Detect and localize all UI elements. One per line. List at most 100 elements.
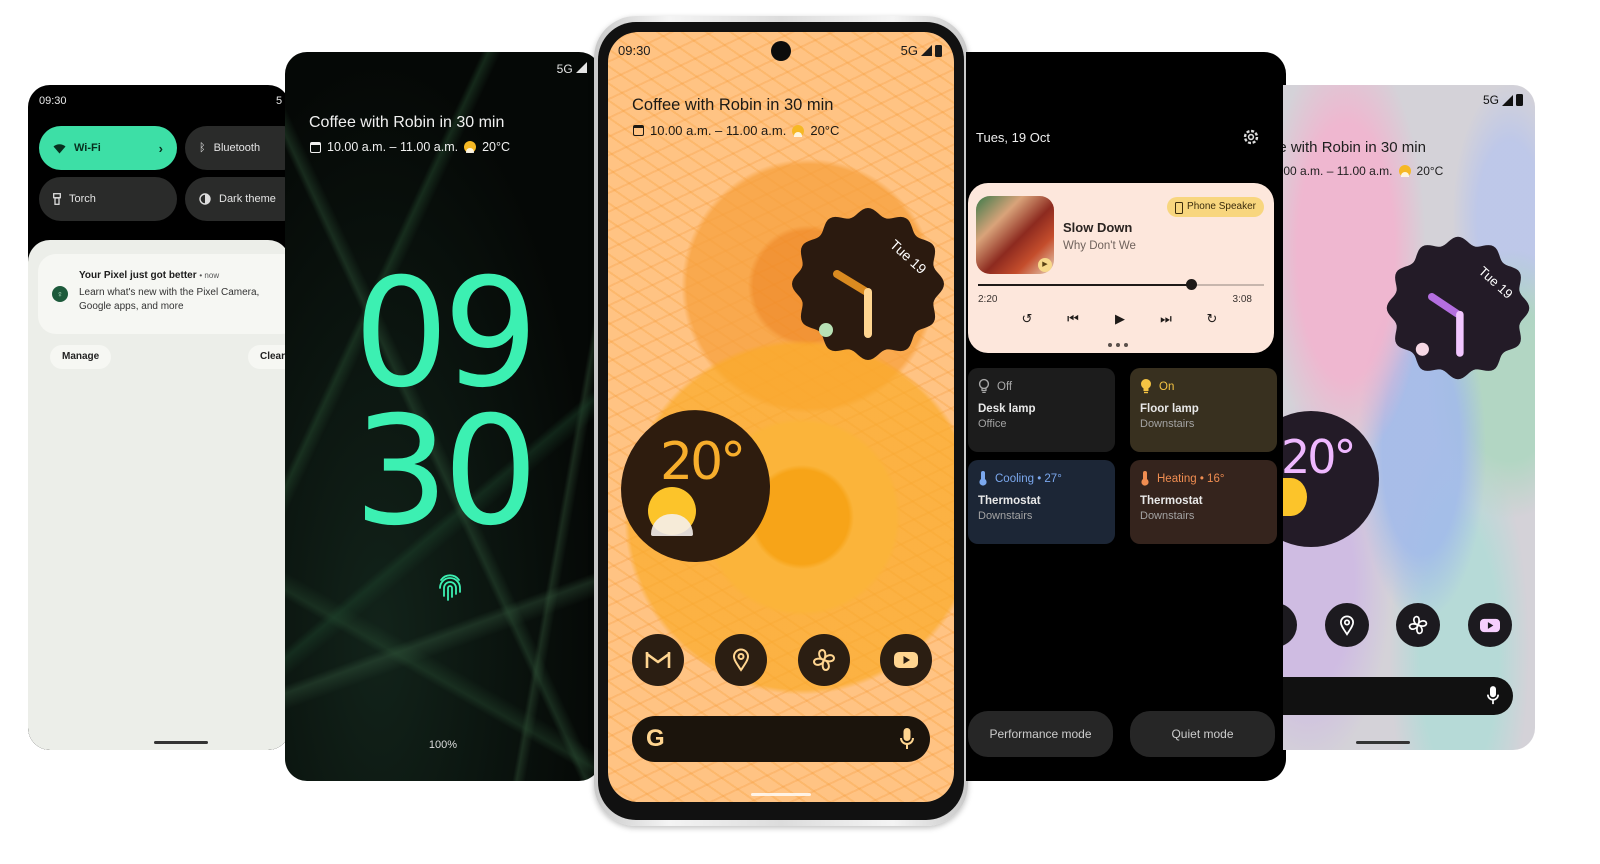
- quick-settings-phone: 09:30 5 Wi-Fi › ᛒ Bluetooth Torch Dark t…: [28, 85, 290, 750]
- dark-theme-icon: [199, 193, 211, 205]
- manage-button[interactable]: Manage: [50, 345, 112, 369]
- album-art[interactable]: ▶: [976, 196, 1054, 274]
- thermometer-icon: [1140, 470, 1150, 489]
- page-indicator: [1108, 343, 1128, 347]
- event-temperature: 20°C: [1416, 164, 1444, 178]
- tile-wifi[interactable]: Wi-Fi ›: [39, 126, 177, 170]
- device-state: Off: [997, 381, 1013, 393]
- weather-temp: 20°: [1283, 430, 1357, 484]
- maps-app[interactable]: [715, 634, 767, 686]
- pinwheel-icon: [812, 648, 836, 672]
- youtube-app[interactable]: [880, 634, 932, 686]
- home-screen-phone: 09:30 5G Coffee with Robin in 30 min 10.…: [608, 32, 954, 802]
- event-title[interactable]: Coffee with Robin in 30 min: [632, 96, 833, 115]
- bluetooth-icon: ᛒ: [199, 142, 206, 154]
- maps-app[interactable]: [1325, 603, 1369, 647]
- tile-bluetooth[interactable]: ᛒ Bluetooth: [185, 126, 290, 170]
- event-title[interactable]: ee with Robin in 30 min: [1283, 139, 1426, 156]
- weather-temp: 20°: [660, 432, 746, 492]
- next-icon[interactable]: ⏭: [1156, 309, 1176, 329]
- second-dot: [819, 323, 833, 337]
- mic-icon[interactable]: [1487, 685, 1499, 706]
- performance-mode-button[interactable]: Performance mode: [968, 711, 1113, 757]
- event-time: .00 a.m. – 11.00 a.m.: [1283, 164, 1393, 178]
- gmail-icon: [645, 652, 671, 668]
- maps-icon: [732, 648, 750, 672]
- signal-icon: [921, 45, 932, 56]
- device-tile[interactable]: On Floor lamp Downstairs: [1130, 368, 1277, 452]
- device-name: Thermostat: [978, 495, 1041, 507]
- front-camera: [771, 41, 791, 61]
- battery-icon: [935, 44, 942, 57]
- tile-label: Torch: [69, 193, 96, 205]
- search-bar[interactable]: [1283, 677, 1513, 715]
- google-logo: G: [646, 725, 665, 752]
- event-temperature: 20°C: [482, 140, 511, 154]
- lock-screen-phone: 5G Coffee with Robin in 30 min 10.00 a.m…: [285, 52, 601, 781]
- lightbulb-filled-icon: [1140, 378, 1152, 397]
- event-details: 10.00 a.m. – 11.00 a.m. 20°C: [310, 140, 510, 154]
- rewind-5-icon[interactable]: ↺: [1017, 309, 1037, 329]
- nav-handle[interactable]: [154, 741, 208, 744]
- nav-handle[interactable]: [1356, 741, 1410, 744]
- smart-home-phone: Tues, 19 Oct ▶ Phone Speaker Slow Down W…: [966, 52, 1286, 781]
- device-tile[interactable]: Cooling • 27° Thermostat Downstairs: [968, 460, 1115, 544]
- notification-shade: ♀ Your Pixel just got better • now Learn…: [28, 240, 290, 750]
- lightbulb-icon: ♀: [52, 286, 68, 302]
- tile-label: Wi-Fi: [74, 142, 101, 154]
- notification-title: Your Pixel just got better • now: [79, 270, 220, 281]
- calendar-icon: [633, 125, 644, 136]
- youtube-app[interactable]: [1468, 603, 1512, 647]
- seek-progress: [978, 284, 1192, 286]
- gear-icon[interactable]: [1242, 128, 1260, 146]
- quiet-mode-button[interactable]: Quiet mode: [1130, 711, 1275, 757]
- device-state: Heating • 16°: [1157, 473, 1225, 485]
- maps-icon: [1339, 614, 1355, 636]
- device-room: Downstairs: [978, 510, 1033, 522]
- weather-icon: [1398, 165, 1411, 177]
- chevron-right-icon[interactable]: ›: [159, 141, 163, 156]
- forward-30-icon[interactable]: ↻: [1202, 309, 1222, 329]
- thermometer-icon: [978, 470, 988, 489]
- clock-widget[interactable]: Tue 19: [788, 204, 948, 364]
- pinwheel-app[interactable]: [798, 634, 850, 686]
- tile-dark-theme[interactable]: Dark theme: [185, 177, 290, 221]
- gmail-app[interactable]: [1283, 603, 1297, 647]
- tile-label: Bluetooth: [213, 142, 261, 154]
- mic-icon[interactable]: [900, 727, 914, 751]
- duration: 3:08: [1232, 294, 1252, 305]
- notification-body: Learn what's new with the Pixel Camera, …: [79, 287, 260, 312]
- device-tile[interactable]: Heating • 16° Thermostat Downstairs: [1130, 460, 1277, 544]
- second-dot: [1415, 342, 1429, 356]
- play-icon[interactable]: ▶: [1110, 309, 1130, 329]
- pinwheel-icon: [1408, 615, 1428, 635]
- output-chip[interactable]: Phone Speaker: [1167, 197, 1264, 217]
- previous-icon[interactable]: ⏮: [1063, 309, 1083, 329]
- torch-icon: [53, 193, 61, 205]
- gmail-app[interactable]: [632, 634, 684, 686]
- signal-icon: [576, 62, 587, 73]
- status-network: 5G: [557, 62, 587, 76]
- pinwheel-app[interactable]: [1396, 603, 1440, 647]
- battery-percent: 100%: [428, 739, 458, 751]
- media-player: ▶ Phone Speaker Slow Down Why Don't We 2…: [968, 183, 1274, 353]
- weather-icon: [792, 124, 805, 137]
- clear-button[interactable]: Clear: [248, 345, 290, 369]
- seek-handle[interactable]: [1186, 279, 1198, 290]
- search-bar[interactable]: G: [632, 716, 930, 762]
- clock-widget[interactable]: Tue 19: [1383, 233, 1533, 383]
- notification-card[interactable]: ♀ Your Pixel just got better • now Learn…: [38, 254, 290, 334]
- clock-hour: 09: [353, 247, 539, 421]
- fingerprint-icon[interactable]: [437, 570, 463, 604]
- status-time: 09:30: [618, 43, 651, 58]
- event-title: Coffee with Robin in 30 min: [309, 114, 505, 131]
- clock-minute: 30: [353, 385, 539, 559]
- device-state: Cooling • 27°: [995, 473, 1062, 485]
- device-tile[interactable]: Off Desk lamp Office: [968, 368, 1115, 452]
- seek-bar[interactable]: [978, 279, 1264, 290]
- play-badge-icon: ▶: [1038, 258, 1052, 272]
- device-room: Downstairs: [1140, 510, 1195, 522]
- device-name: Desk lamp: [978, 403, 1036, 415]
- nav-handle[interactable]: [751, 793, 811, 796]
- tile-torch[interactable]: Torch: [39, 177, 177, 221]
